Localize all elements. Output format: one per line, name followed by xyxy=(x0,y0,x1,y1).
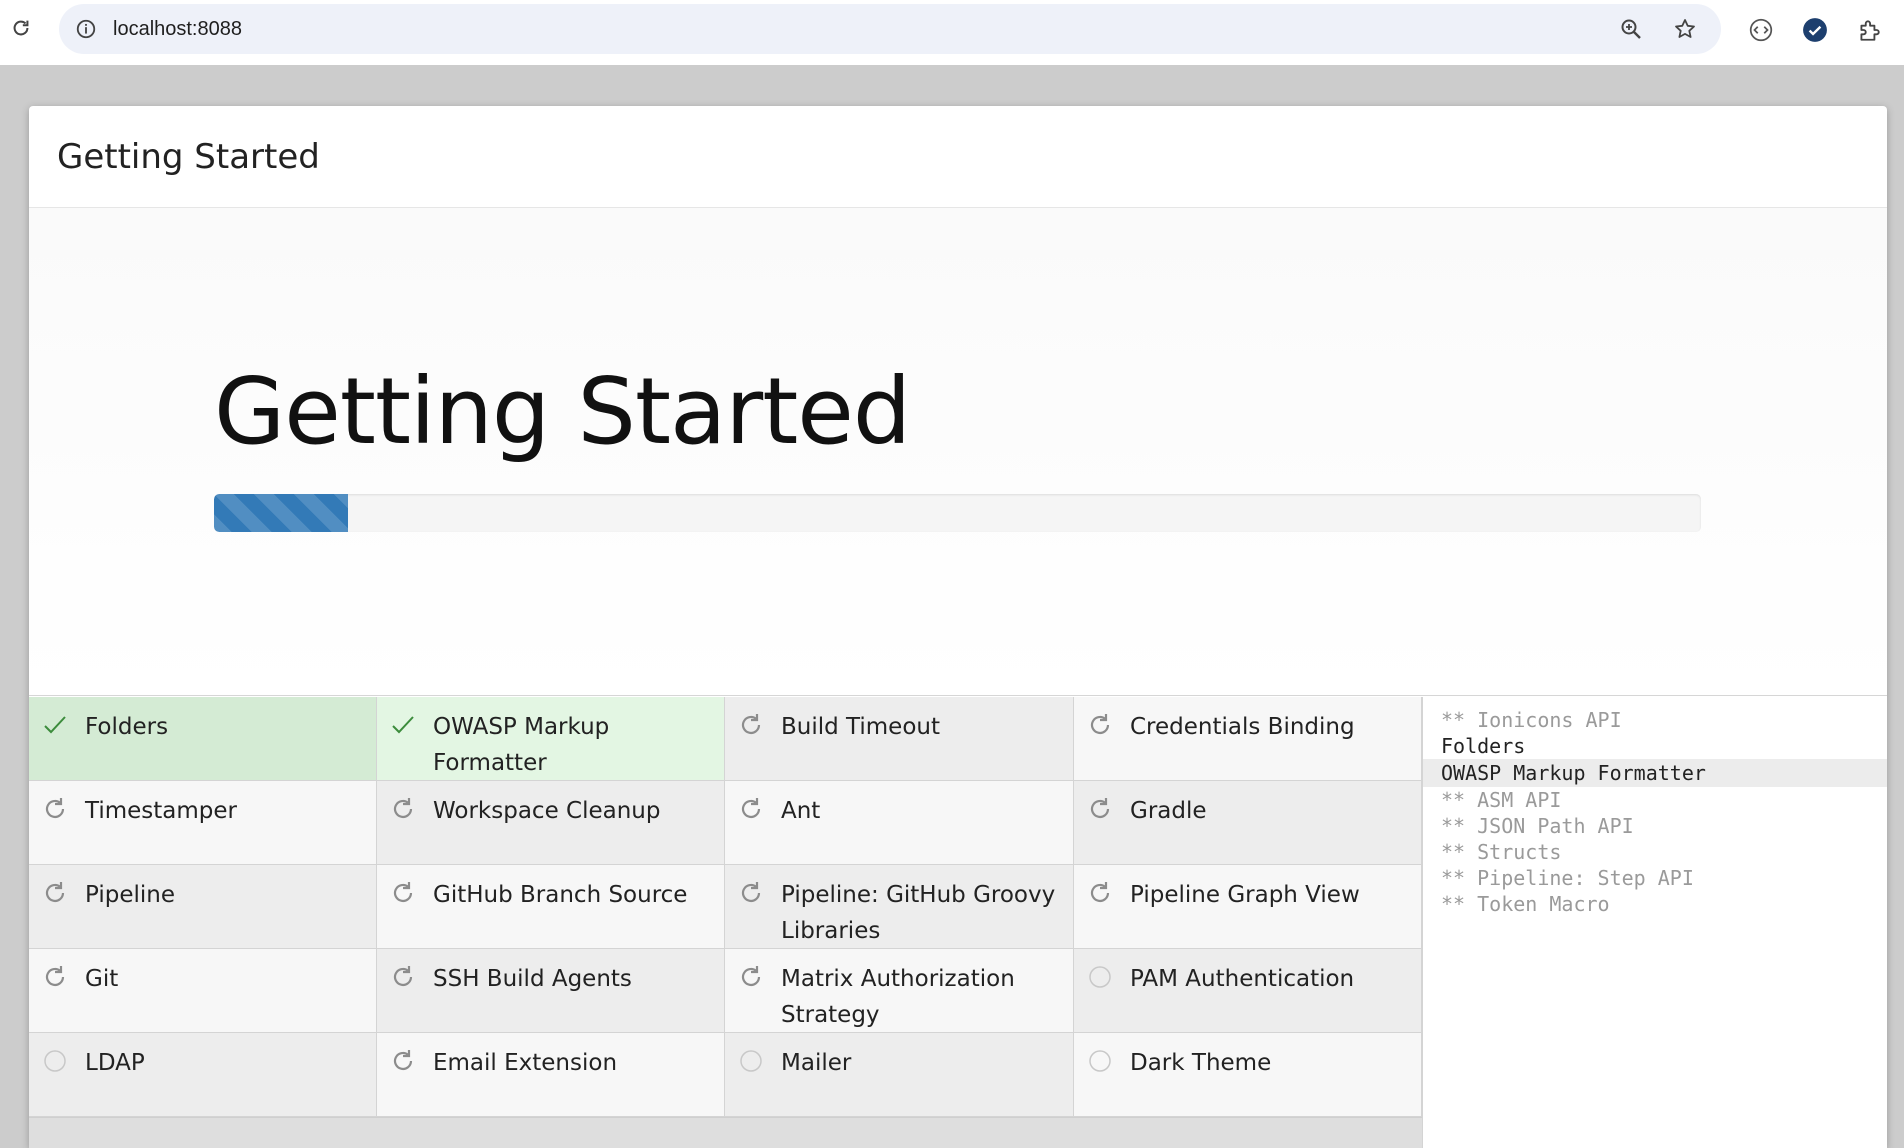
log-line: ** Ionicons API xyxy=(1441,708,1622,732)
plugin-name: Email Extension xyxy=(433,1050,618,1076)
circle-icon xyxy=(1086,1047,1114,1075)
plugin-name: Mailer xyxy=(781,1050,852,1076)
plugin-item: Timestamper xyxy=(29,781,377,865)
log-line: Folders xyxy=(1441,734,1526,758)
plugin-item: Pipeline xyxy=(29,865,377,949)
log-line: ** JSON Path API xyxy=(1441,814,1634,838)
refresh-icon xyxy=(41,879,69,907)
wizard-header-title: Getting Started xyxy=(57,136,320,177)
log-line: OWASP Markup Formatter xyxy=(1423,759,1887,787)
extension-button[interactable] xyxy=(1741,12,1781,48)
plugin-item: Workspace Cleanup xyxy=(377,781,725,865)
reload-icon xyxy=(13,20,29,36)
site-info-icon[interactable] xyxy=(73,16,99,42)
plugin-item: GitHub Branch Source xyxy=(377,865,725,949)
plugin-name: Ant xyxy=(781,798,821,824)
log-line: ** Pipeline: Step API xyxy=(1441,866,1694,890)
plugin-grid: Folders OWASP Markup Formatter Build Timeo… xyxy=(29,697,1422,1117)
refresh-icon xyxy=(737,795,765,823)
plugin-name: LDAP xyxy=(85,1050,145,1076)
checkmark-badge-icon xyxy=(1803,18,1827,42)
refresh-icon xyxy=(1086,879,1114,907)
plugin-name: OWASP Markup Formatter xyxy=(433,714,610,776)
check-icon xyxy=(389,711,417,739)
plugin-name: Pipeline Graph View xyxy=(1130,882,1360,908)
install-log: ** Ionicons API Folders OWASP Markup Forma… xyxy=(1422,697,1887,1148)
profile-extension-button[interactable] xyxy=(1795,12,1835,48)
plugin-item: SSH Build Agents xyxy=(377,949,725,1033)
plugin-item: PAM Authentication xyxy=(1074,949,1422,1033)
plugin-item: Dark Theme xyxy=(1074,1033,1422,1117)
plugin-item: Build Timeout xyxy=(725,697,1074,781)
plugin-item: Pipeline: GitHub Groovy Libraries xyxy=(725,865,1074,949)
zoom-button[interactable] xyxy=(1613,11,1649,47)
plugin-name: Folders xyxy=(85,714,169,740)
plugin-name: Pipeline xyxy=(85,882,176,908)
plugin-item: LDAP xyxy=(29,1033,377,1117)
install-progress xyxy=(214,494,1701,532)
puzzle-icon xyxy=(1860,20,1880,41)
plugin-name: Timestamper xyxy=(85,798,237,824)
refresh-icon xyxy=(737,963,765,991)
install-progress-bar xyxy=(214,494,348,532)
getting-started-banner: Getting Started xyxy=(29,208,1887,696)
plugin-name: Matrix Authorization Strategy xyxy=(781,966,1015,1028)
setup-wizard-dialog: Getting Started Getting Started Folders O… xyxy=(29,106,1887,1148)
url-text[interactable]: localhost:8088 xyxy=(113,18,1613,41)
wizard-header: Getting Started xyxy=(29,106,1887,208)
plugin-name: Dark Theme xyxy=(1130,1050,1272,1076)
refresh-icon xyxy=(737,711,765,739)
refresh-icon xyxy=(389,795,417,823)
plugin-item: Gradle xyxy=(1074,781,1422,865)
refresh-icon xyxy=(737,879,765,907)
extensions-menu-button[interactable] xyxy=(1849,12,1889,48)
code-extension-icon xyxy=(1749,18,1773,42)
plugin-item: Pipeline Graph View xyxy=(1074,865,1422,949)
reload-button[interactable] xyxy=(6,12,36,44)
circle-icon xyxy=(41,1047,69,1075)
check-icon xyxy=(41,711,69,739)
refresh-icon xyxy=(389,963,417,991)
plugin-item: Matrix Authorization Strategy xyxy=(725,949,1074,1033)
plugin-grid-footer xyxy=(29,1117,1422,1148)
plugin-item: Email Extension xyxy=(377,1033,725,1117)
log-line: ** ASM API xyxy=(1441,788,1562,812)
page-viewport: Getting Started Getting Started Folders O… xyxy=(0,65,1904,1148)
address-bar[interactable]: localhost:8088 xyxy=(59,4,1721,54)
refresh-icon xyxy=(389,1047,417,1075)
plugin-name: SSH Build Agents xyxy=(433,966,632,992)
plugin-name: Build Timeout xyxy=(781,714,941,740)
refresh-icon xyxy=(41,795,69,823)
plugin-item: Ant xyxy=(725,781,1074,865)
plugin-name: Workspace Cleanup xyxy=(433,798,661,824)
banner-title: Getting Started xyxy=(214,358,911,465)
refresh-icon xyxy=(1086,795,1114,823)
plugin-name: PAM Authentication xyxy=(1130,966,1355,992)
plugin-list: Folders OWASP Markup Formatter Build Timeo… xyxy=(29,697,1422,1148)
star-icon xyxy=(1675,19,1695,38)
plugin-item: Credentials Binding xyxy=(1074,697,1422,781)
log-line: ** Structs xyxy=(1441,840,1562,864)
plugin-name: Pipeline: GitHub Groovy Libraries xyxy=(781,882,1056,944)
plugin-item: Folders xyxy=(29,697,377,781)
refresh-icon xyxy=(389,879,417,907)
browser-toolbar: localhost:8088 xyxy=(0,0,1904,65)
log-line: ** Token Macro xyxy=(1441,892,1610,916)
plugin-item: Git xyxy=(29,949,377,1033)
bookmark-button[interactable] xyxy=(1667,11,1703,47)
plugin-item: OWASP Markup Formatter xyxy=(377,697,725,781)
circle-icon xyxy=(1086,963,1114,991)
zoom-icon xyxy=(1621,19,1641,39)
plugin-name: Gradle xyxy=(1130,798,1207,824)
circle-icon xyxy=(737,1047,765,1075)
plugin-item: Mailer xyxy=(725,1033,1074,1117)
plugin-name: Git xyxy=(85,966,119,992)
refresh-icon xyxy=(41,963,69,991)
plugin-name: GitHub Branch Source xyxy=(433,882,688,908)
refresh-icon xyxy=(1086,711,1114,739)
plugin-name: Credentials Binding xyxy=(1130,714,1355,740)
